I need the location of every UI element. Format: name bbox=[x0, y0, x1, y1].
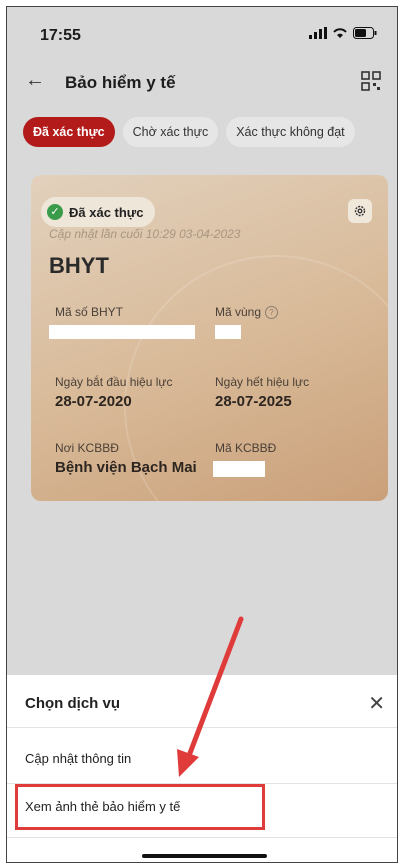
last-updated: Cập nhật lần cuối 10:29 03-04-2023 bbox=[49, 227, 241, 241]
ma-vung-label: Mã vùng bbox=[215, 305, 262, 319]
divider bbox=[7, 727, 397, 728]
check-circle-icon: ✓ bbox=[47, 204, 63, 220]
signal-icon bbox=[309, 27, 327, 39]
status-time: 17:55 bbox=[40, 27, 81, 44]
status-icons bbox=[309, 27, 377, 39]
start-date-value: 28-07-2020 bbox=[55, 393, 132, 410]
divider bbox=[7, 837, 397, 838]
close-icon[interactable]: ✕ bbox=[368, 691, 385, 716]
end-date-value: 28-07-2025 bbox=[215, 393, 292, 410]
kcb-value: Bệnh viện Bạch Mai bbox=[55, 459, 197, 476]
start-date-label: Ngày bắt đầu hiệu lực bbox=[55, 375, 173, 389]
ma-kcb-label: Mã KCBBĐ bbox=[215, 441, 277, 455]
qr-code-icon[interactable] bbox=[361, 71, 381, 96]
status-badge-label: Đã xác thực bbox=[69, 204, 144, 220]
insurance-card[interactable]: ✓ Đã xác thực Cập nhật lần cuối 10:29 03… bbox=[31, 175, 388, 501]
sheet-title: Chọn dịch vụ bbox=[25, 695, 120, 712]
status-tabs: Đã xác thực Chờ xác thực Xác thực không … bbox=[23, 117, 355, 147]
back-arrow-icon[interactable]: ← bbox=[25, 69, 45, 92]
phone-screen: 17:55 ← Bảo hiểm y tế Đã xác thực Chờ xá… bbox=[6, 6, 398, 863]
kcb-label: Nơi KCBBĐ bbox=[55, 441, 119, 455]
app-header: ← Bảo hiểm y tế bbox=[7, 59, 397, 107]
highlight-box bbox=[15, 784, 265, 830]
ma-kcb-redacted bbox=[213, 461, 265, 477]
tab-failed[interactable]: Xác thực không đạt bbox=[226, 117, 355, 147]
status-bar: 17:55 bbox=[7, 7, 397, 59]
ma-vung-redacted bbox=[215, 325, 241, 339]
home-indicator bbox=[142, 854, 267, 858]
status-badge: ✓ Đã xác thực bbox=[41, 197, 156, 227]
gear-icon[interactable] bbox=[348, 199, 372, 223]
option-update-info[interactable]: Cập nhật thông tin bbox=[25, 751, 131, 766]
bottom-sheet: Chọn dịch vụ ✕ Cập nhật thông tin Xem ản… bbox=[7, 675, 397, 862]
tab-verified[interactable]: Đã xác thực bbox=[23, 117, 115, 147]
battery-icon bbox=[353, 27, 377, 39]
end-date-label: Ngày hết hiệu lực bbox=[215, 375, 310, 389]
ma-so-label: Mã số BHYT bbox=[55, 305, 124, 319]
page-title: Bảo hiểm y tế bbox=[65, 73, 176, 92]
help-icon[interactable]: ? bbox=[265, 306, 279, 320]
ma-vung-row: Mã vùng? bbox=[215, 305, 279, 320]
wifi-icon bbox=[333, 28, 347, 38]
tab-pending[interactable]: Chờ xác thực bbox=[122, 117, 219, 147]
card-type: BHYT bbox=[49, 253, 109, 278]
ma-so-redacted bbox=[49, 325, 195, 339]
